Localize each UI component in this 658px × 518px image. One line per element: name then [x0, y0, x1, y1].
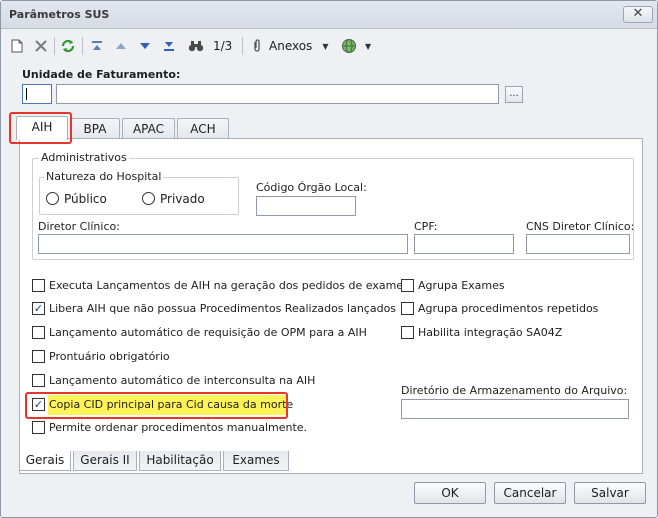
checkbox-group-repeated-procedures[interactable]: [401, 302, 414, 315]
cancel-button[interactable]: Cancelar: [494, 482, 566, 504]
checkbox-group-exams-label: Agrupa Exames: [418, 279, 505, 292]
binoculars-icon[interactable]: [185, 35, 207, 57]
tab-exames[interactable]: Exames: [223, 451, 289, 471]
globe-icon: [342, 39, 356, 53]
checkbox-medical-record-required[interactable]: [32, 350, 45, 363]
checkbox-execute-aih-exams-label: Executa Lançamentos de AIH na geração do…: [49, 279, 415, 292]
radio-private[interactable]: [142, 192, 155, 205]
archive-directory-input[interactable]: [401, 399, 629, 419]
radio-public[interactable]: [46, 192, 59, 205]
next-record-icon[interactable]: [135, 35, 155, 57]
attachments-button[interactable]: Anexos ▼: [251, 35, 335, 57]
clinical-director-input[interactable]: [38, 234, 408, 254]
close-button[interactable]: ✕: [623, 6, 653, 23]
previous-record-icon[interactable]: [111, 35, 131, 57]
new-document-icon[interactable]: [7, 35, 27, 57]
hospital-nature-group: Natureza do Hospital Público Privado: [39, 170, 239, 215]
checkbox-auto-opm-request-label: Lançamento automático de requisição de O…: [49, 326, 367, 339]
highlight-copy-cid-option: [25, 392, 288, 419]
checkbox-release-aih-label: Libera AIH que não possua Procedimentos …: [49, 302, 397, 315]
title-bar: Parâmetros SUS ✕: [1, 1, 657, 29]
checkbox-allow-order-procedures[interactable]: [32, 421, 45, 434]
refresh-icon[interactable]: [58, 35, 78, 57]
checkbox-group-repeated-procedures-label: Agrupa procedimentos repetidos: [418, 302, 599, 315]
checkbox-medical-record-required-label: Prontuário obrigatório: [49, 350, 170, 363]
chevron-down-icon: ▼: [322, 41, 329, 51]
highlight-aih-tab: [9, 112, 72, 144]
toolbar-separator: [82, 37, 83, 55]
window-title: Parâmetros SUS: [9, 8, 110, 21]
checkbox-allow-order-procedures-label: Permite ordenar procedimentos manualment…: [49, 421, 308, 434]
checkbox-auto-interconsultation[interactable]: [32, 374, 45, 387]
administrative-group: Administrativos Natureza do Hospital Púb…: [32, 151, 635, 260]
ok-button[interactable]: OK: [414, 482, 486, 504]
paperclip-icon: [254, 39, 260, 52]
toolbar-separator: [54, 37, 55, 55]
tab-gerais[interactable]: Gerais: [19, 451, 71, 471]
clinical-director-label: Diretor Clínico:: [38, 220, 120, 233]
close-icon: ✕: [632, 6, 644, 21]
toolbar-separator: [242, 37, 243, 55]
chevron-down-icon: ▼: [365, 41, 372, 51]
attachments-label: Anexos: [269, 39, 313, 53]
record-counter: 1/3: [213, 39, 233, 53]
cns-director-label: CNS Diretor Clínico:: [526, 220, 635, 233]
last-record-icon[interactable]: [159, 35, 179, 57]
hospital-nature-label: Natureza do Hospital: [44, 170, 164, 183]
checkbox-auto-opm-request[interactable]: [32, 326, 45, 339]
administrative-group-label: Administrativos: [39, 151, 129, 164]
billing-unit-browse-button[interactable]: ...: [505, 86, 523, 103]
checkbox-enable-sa04z-label: Habilita integração SA04Z: [418, 326, 563, 339]
radio-private-label: Privado: [160, 192, 205, 206]
tab-ach[interactable]: ACH: [177, 118, 229, 140]
tab-apac[interactable]: APAC: [122, 118, 175, 140]
cpf-input[interactable]: [414, 234, 514, 254]
checkbox-enable-sa04z[interactable]: [401, 326, 414, 339]
cpf-label: CPF:: [414, 220, 438, 233]
checkbox-execute-aih-exams[interactable]: [32, 279, 45, 292]
checkbox-auto-interconsultation-label: Lançamento automático de interconsulta n…: [49, 374, 316, 387]
radio-public-label: Público: [64, 192, 107, 206]
aih-panel: Administrativos Natureza do Hospital Púb…: [19, 138, 643, 474]
delete-icon[interactable]: [31, 35, 51, 57]
tab-habilitacao[interactable]: Habilitação: [139, 451, 221, 471]
text-caret: [26, 88, 27, 100]
cns-director-input[interactable]: [526, 234, 630, 254]
org-code-input[interactable]: [256, 196, 356, 216]
billing-unit-label: Unidade de Faturamento:: [22, 68, 181, 81]
checkbox-release-aih[interactable]: ✓: [32, 302, 45, 315]
billing-unit-code-input[interactable]: [22, 84, 52, 104]
save-button[interactable]: Salvar: [574, 482, 646, 504]
checkbox-group-exams[interactable]: [401, 279, 414, 292]
first-record-icon[interactable]: [87, 35, 107, 57]
tab-gerais-ii[interactable]: Gerais II: [73, 451, 137, 471]
tab-bpa[interactable]: BPA: [70, 118, 120, 140]
parametros-sus-window: Parâmetros SUS ✕ 1/3 Anexos ▼ ▼ Unidade …: [0, 0, 658, 518]
toolbar: 1/3 Anexos ▼ ▼: [1, 31, 657, 61]
check-icon: ✓: [33, 302, 44, 315]
billing-unit-name-input[interactable]: [56, 84, 499, 104]
org-code-label: Código Órgão Local:: [256, 181, 367, 194]
globe-menu-button[interactable]: ▼: [341, 35, 381, 57]
archive-directory-label: Diretório de Armazenamento do Arquivo:: [401, 384, 628, 397]
